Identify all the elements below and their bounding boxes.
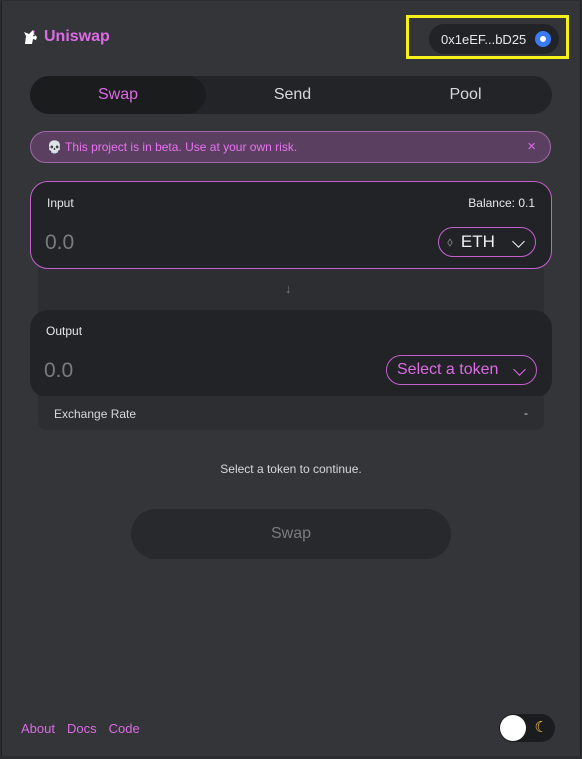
unicorn-icon [24,30,37,44]
chevron-down-icon [513,363,526,376]
beta-warning-banner: 💀 This project is in beta. Use at your o… [30,131,551,163]
arrow-down-icon[interactable]: ↓ [285,281,292,296]
input-label: Input [47,196,74,210]
logo[interactable]: Uniswap [22,28,110,46]
input-balance: Balance: 0.1 [468,196,535,210]
wallet-status-icon [535,31,551,47]
input-token-label: ETH [460,232,495,251]
dark-mode-toggle[interactable]: ☾ [499,714,555,742]
exchange-rate-label: Exchange Rate [54,407,137,421]
wallet-address: 0x1eEF...bD25 [441,31,527,47]
footer-links: About Docs Code [21,721,140,736]
moon-icon: ☾ [534,719,548,736]
swap-hint: Select a token to continue. [220,462,362,476]
nav-tabs: Swap Send Pool [30,76,552,114]
docs-link[interactable]: Docs [67,721,97,736]
exchange-rate-value: - [524,406,528,420]
tab-swap[interactable]: Swap [30,76,206,114]
close-icon[interactable]: × [527,138,536,155]
output-token-label: Select a token [397,361,499,378]
exchange-rate-row: Exchange Rate - [38,396,544,430]
about-link[interactable]: About [21,721,55,736]
output-amount-field[interactable]: 0.0 [44,359,73,383]
beta-warning-text: 💀 This project is in beta. Use at your o… [47,140,298,154]
tab-pool[interactable]: Pool [379,76,552,114]
input-amount-field[interactable]: 0.0 [45,231,74,255]
output-token-selector[interactable]: Select a token [386,355,537,385]
eth-icon: ⬨ [447,234,453,249]
tab-send[interactable]: Send [206,76,379,114]
code-link[interactable]: Code [109,721,140,736]
input-token-selector[interactable]: ⬨ ETH [438,227,536,257]
input-panel: Input Balance: 0.1 0.0 ⬨ ETH [30,181,552,269]
logo-text: Uniswap [44,28,110,45]
output-panel: Output 0.0 Select a token [30,310,552,398]
output-label: Output [46,324,83,338]
toggle-knob [500,715,526,741]
wallet-address-button[interactable]: 0x1eEF...bD25 [429,24,559,54]
chevron-down-icon [512,235,525,248]
swap-button[interactable]: Swap [131,509,451,559]
